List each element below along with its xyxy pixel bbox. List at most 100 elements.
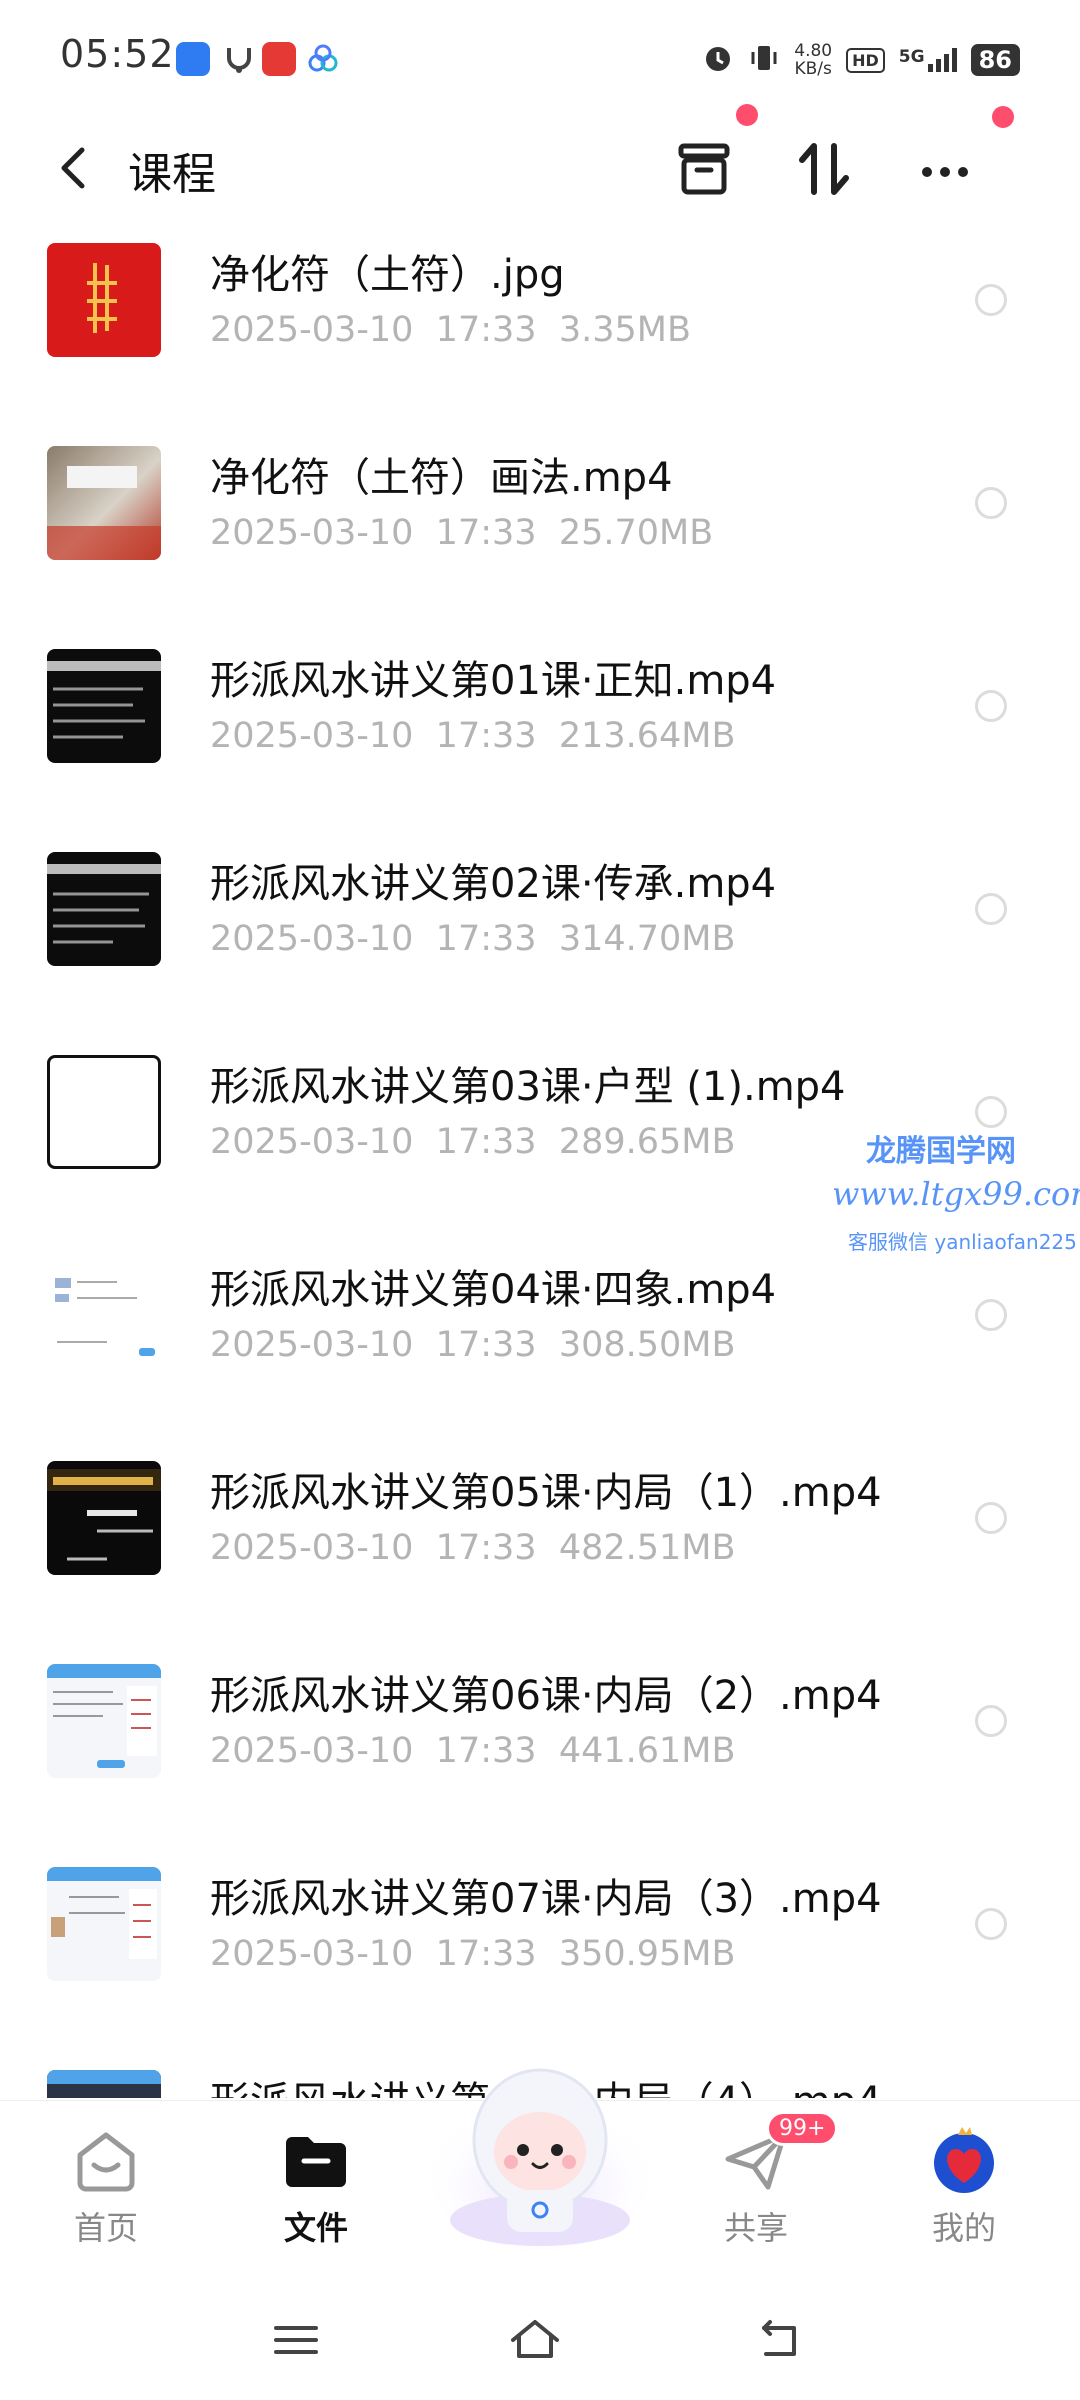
file-thumbnail bbox=[47, 1055, 161, 1169]
file-size: 314.70MB bbox=[558, 919, 736, 959]
nav-home[interactable]: 首页 bbox=[36, 2125, 176, 2249]
back-icon[interactable] bbox=[52, 140, 98, 196]
file-name: 形派风水讲义第05课·内局（1）.mp4 bbox=[210, 1470, 882, 1516]
file-size: 289.65MB bbox=[558, 1122, 736, 1162]
sort-icon[interactable] bbox=[790, 134, 860, 204]
file-row[interactable]: 形派风水讲义第01课·正知.mp4 2025-03-10 17:33 213.6… bbox=[0, 624, 1080, 827]
vibrate-icon bbox=[748, 42, 780, 78]
select-radio[interactable] bbox=[975, 284, 1007, 316]
file-name: 形派风水讲义第01课·正知.mp4 bbox=[210, 658, 777, 704]
file-name: 净化符（土符）.jpg bbox=[210, 252, 565, 298]
nav-label: 文件 bbox=[283, 2209, 348, 2247]
file-thumbnail bbox=[47, 243, 161, 357]
file-time: 17:33 bbox=[435, 716, 537, 756]
nav-label: 首页 bbox=[73, 2209, 138, 2247]
file-size: 3.35MB bbox=[558, 310, 691, 350]
file-date: 2025-03-10 bbox=[210, 1325, 414, 1365]
app-header: 课程 bbox=[0, 104, 1080, 218]
select-radio[interactable] bbox=[975, 893, 1007, 925]
select-radio[interactable] bbox=[975, 1502, 1007, 1534]
file-time: 17:33 bbox=[435, 513, 537, 553]
watermark-contact: 客服微信 yanliaofan225 bbox=[848, 1230, 1077, 1254]
select-radio[interactable] bbox=[975, 1908, 1007, 1940]
notification-dot bbox=[736, 104, 758, 126]
select-radio[interactable] bbox=[975, 1299, 1007, 1331]
file-row[interactable]: 形派风水讲义第04课·四象.mp4 2025-03-10 17:33 308.5… bbox=[0, 1233, 1080, 1436]
watermark-title: 龙腾国学网 bbox=[866, 1134, 1016, 1169]
home-icon bbox=[70, 2125, 142, 2197]
file-date: 2025-03-10 bbox=[210, 1731, 414, 1771]
file-meta: 2025-03-10 17:33 308.50MB bbox=[210, 1325, 736, 1365]
file-date: 2025-03-10 bbox=[210, 513, 414, 553]
assistant-mascot-button[interactable] bbox=[425, 2040, 655, 2260]
file-time: 17:33 bbox=[435, 1528, 537, 1568]
select-radio[interactable] bbox=[975, 1096, 1007, 1128]
status-bar: 05:52 4.80 KB/s HD 5G 86 bbox=[0, 0, 1080, 118]
file-meta: 2025-03-10 17:33 3.35MB bbox=[210, 310, 691, 350]
menu-icon[interactable] bbox=[266, 2310, 326, 2370]
file-row[interactable]: 形派风水讲义第05课·内局（1）.mp4 2025-03-10 17:33 48… bbox=[0, 1436, 1080, 1639]
alarm-icon bbox=[702, 42, 734, 78]
system-nav-bar bbox=[0, 2280, 1080, 2400]
file-row[interactable]: 形派风水讲义第06课·内局（2）.mp4 2025-03-10 17:33 44… bbox=[0, 1639, 1080, 1842]
nav-share[interactable]: 99+ 共享 bbox=[686, 2111, 839, 2249]
network-type: 5G bbox=[898, 47, 925, 67]
hd-indicator: HD bbox=[846, 47, 885, 73]
file-size: 213.64MB bbox=[558, 716, 736, 756]
signal-indicator: 5G bbox=[899, 48, 957, 72]
file-name: 形派风水讲义第02课·传承.mp4 bbox=[210, 861, 777, 907]
net-speed-unit: KB/s bbox=[794, 59, 832, 79]
back-icon[interactable] bbox=[748, 2310, 808, 2370]
file-meta: 2025-03-10 17:33 482.51MB bbox=[210, 1528, 736, 1568]
app-notification-icon bbox=[306, 42, 340, 76]
profile-heart-icon bbox=[928, 2125, 1000, 2197]
file-time: 17:33 bbox=[435, 1934, 537, 1974]
file-name: 净化符（土符）画法.mp4 bbox=[210, 455, 673, 501]
file-time: 17:33 bbox=[435, 1122, 537, 1162]
file-date: 2025-03-10 bbox=[210, 310, 414, 350]
select-radio[interactable] bbox=[975, 487, 1007, 519]
file-thumbnail bbox=[47, 852, 161, 966]
file-row[interactable]: 净化符（土符）画法.mp4 2025-03-10 17:33 25.70MB bbox=[0, 421, 1080, 624]
file-meta: 2025-03-10 17:33 25.70MB bbox=[210, 513, 713, 553]
file-time: 17:33 bbox=[435, 310, 537, 350]
file-time: 17:33 bbox=[435, 919, 537, 959]
file-thumbnail bbox=[47, 649, 161, 763]
net-speed-value: 4.80 bbox=[794, 41, 833, 61]
file-meta: 2025-03-10 17:33 289.65MB bbox=[210, 1122, 736, 1162]
folder-icon bbox=[280, 2125, 352, 2197]
file-thumbnail bbox=[47, 1461, 161, 1575]
select-radio[interactable] bbox=[975, 1705, 1007, 1737]
app-notification-icon bbox=[176, 42, 210, 76]
nav-files[interactable]: 文件 bbox=[246, 2125, 386, 2249]
clock: 05:52 bbox=[60, 32, 175, 76]
file-thumbnail bbox=[47, 1867, 161, 1981]
home-icon[interactable] bbox=[505, 2310, 565, 2370]
nav-label: 我的 bbox=[931, 2209, 996, 2247]
file-size: 441.61MB bbox=[558, 1731, 736, 1771]
file-row[interactable]: 净化符（土符）.jpg 2025-03-10 17:33 3.35MB bbox=[0, 218, 1080, 421]
select-radio[interactable] bbox=[975, 690, 1007, 722]
file-row[interactable]: 形派风水讲义第02课·传承.mp4 2025-03-10 17:33 314.7… bbox=[0, 827, 1080, 1030]
archive-icon[interactable] bbox=[670, 134, 740, 204]
file-size: 350.95MB bbox=[558, 1934, 736, 1974]
nav-label: 共享 bbox=[723, 2209, 788, 2247]
file-meta: 2025-03-10 17:33 213.64MB bbox=[210, 716, 736, 756]
file-meta: 2025-03-10 17:33 314.70MB bbox=[210, 919, 736, 959]
file-date: 2025-03-10 bbox=[210, 1122, 414, 1162]
nav-profile[interactable]: 我的 bbox=[894, 2125, 1034, 2249]
watermark-url: www.ltgx99.com bbox=[832, 1175, 1080, 1213]
file-row[interactable]: 形派风水讲义第07课·内局（3）.mp4 2025-03-10 17:33 35… bbox=[0, 1842, 1080, 2045]
file-time: 17:33 bbox=[435, 1731, 537, 1771]
file-thumbnail bbox=[47, 1664, 161, 1778]
net-speed: 4.80 KB/s bbox=[794, 42, 832, 78]
file-size: 308.50MB bbox=[558, 1325, 736, 1365]
file-date: 2025-03-10 bbox=[210, 716, 414, 756]
file-name: 形派风水讲义第04课·四象.mp4 bbox=[210, 1267, 777, 1313]
page-title: 课程 bbox=[128, 149, 216, 200]
file-date: 2025-03-10 bbox=[210, 919, 414, 959]
file-name: 形派风水讲义第03课·户型 (1).mp4 bbox=[210, 1064, 846, 1110]
file-thumbnail bbox=[47, 446, 161, 560]
more-icon[interactable] bbox=[910, 134, 980, 204]
file-date: 2025-03-10 bbox=[210, 1528, 414, 1568]
